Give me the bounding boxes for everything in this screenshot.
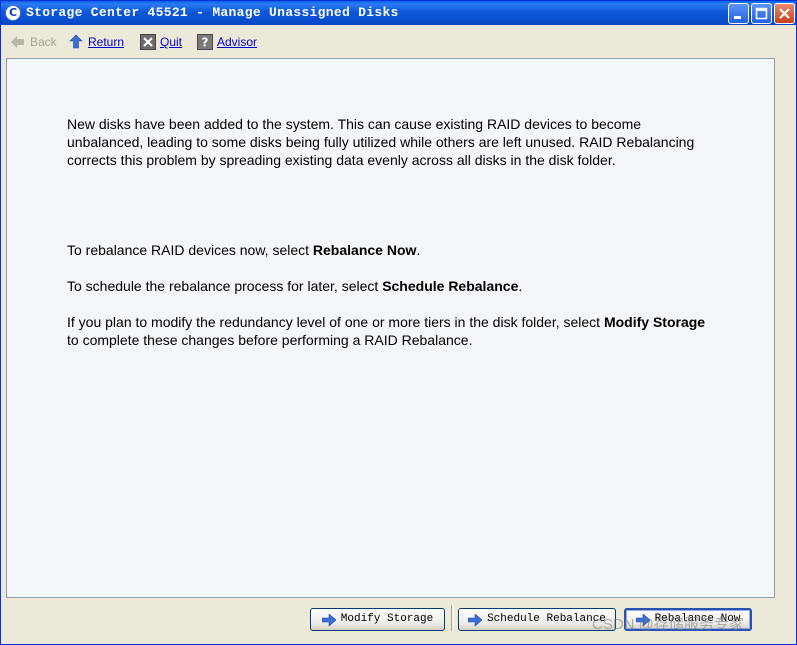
minimize-button[interactable] <box>728 3 749 24</box>
back-arrow-icon <box>11 36 24 48</box>
modify-storage-button[interactable]: Modify Storage <box>310 608 445 631</box>
title-bar[interactable]: C Storage Center 45521 - Manage Unassign… <box>1 1 796 25</box>
modify-storage-emphasis: Modify Storage <box>603 314 706 330</box>
help-icon: ? <box>197 34 213 50</box>
return-link[interactable]: Return <box>88 35 124 49</box>
close-icon <box>779 8 790 19</box>
rebalance-now-emphasis: Rebalance Now <box>312 242 417 258</box>
quit-link[interactable]: Quit <box>160 35 182 49</box>
csdn-watermark: CSDN @存储服务专家 <box>592 616 744 633</box>
rebalance-now-instruction: To rebalance RAID devices now, select Re… <box>67 242 421 258</box>
main-content-panel: New disks have been added to the system.… <box>6 58 775 598</box>
schedule-emphasis: Schedule Rebalance <box>382 278 519 294</box>
return-arrow-icon <box>69 34 83 49</box>
intro-text: New disks have been added to the system.… <box>67 116 695 168</box>
back-label: Back <box>30 35 57 49</box>
window-title: Storage Center 45521 - Manage Unassigned… <box>26 5 399 20</box>
maximize-icon <box>755 7 768 20</box>
advisor-button[interactable]: ? Advisor <box>197 33 257 51</box>
modify-storage-instruction: If you plan to modify the redundancy lev… <box>67 314 706 348</box>
schedule-instruction: To schedule the rebalance process for la… <box>67 278 523 294</box>
quit-button[interactable]: Quit <box>140 33 182 51</box>
modify-storage-label: Modify Storage <box>340 613 434 625</box>
storage-center-icon: C <box>5 5 21 21</box>
close-button[interactable] <box>774 3 795 24</box>
toolbar: Back Return Quit ? Advisor <box>1 25 796 57</box>
quit-icon <box>140 34 156 50</box>
arrow-right-icon <box>468 613 483 626</box>
maximize-button[interactable] <box>751 3 772 24</box>
schedule-rebalance-label: Schedule Rebalance <box>487 613 606 625</box>
return-button[interactable]: Return <box>68 33 124 51</box>
svg-text:?: ? <box>202 36 209 50</box>
back-button[interactable]: Back <box>10 33 57 51</box>
advisor-link[interactable]: Advisor <box>217 35 257 49</box>
button-separator <box>451 605 454 631</box>
minimize-icon <box>734 16 741 19</box>
app-window: C Storage Center 45521 - Manage Unassign… <box>0 0 797 645</box>
arrow-right-icon <box>321 613 336 626</box>
